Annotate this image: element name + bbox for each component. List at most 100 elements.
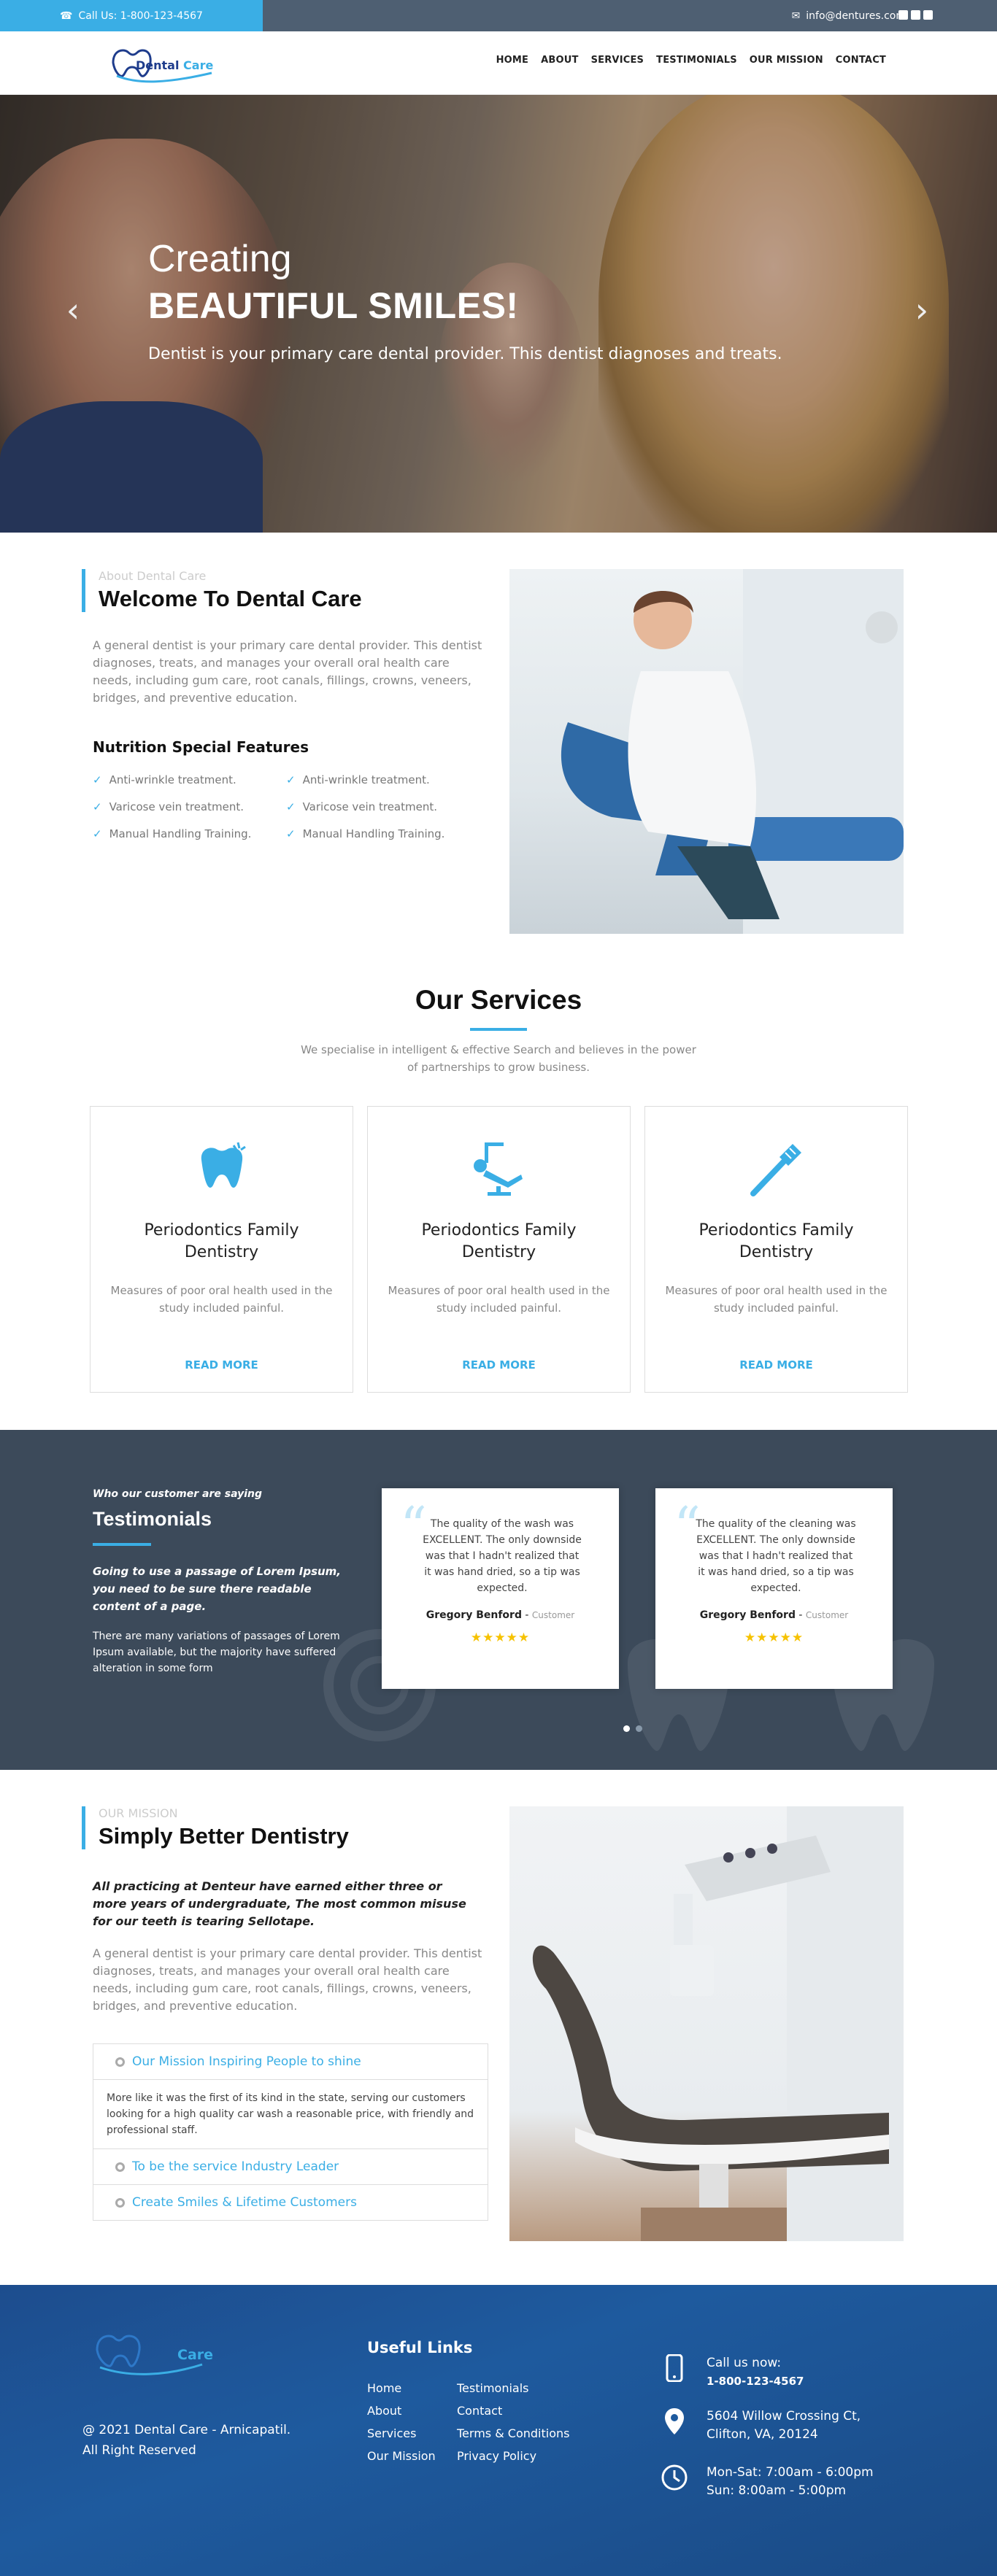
feature-item: ✓ Manual Handling Training.	[286, 827, 480, 840]
accordion-toggle-icon	[115, 2162, 125, 2172]
linkedin-icon[interactable]	[923, 10, 933, 20]
read-more-link[interactable]: READ MORE	[91, 1358, 353, 1372]
feature-label: Anti-wrinkle treatment.	[302, 773, 430, 786]
footer-link-services[interactable]: Services	[367, 2426, 457, 2440]
author-role: Customer	[805, 1610, 849, 1620]
site-header: Dental Care HOME ABOUT SERVICES TESTIMON…	[0, 31, 997, 95]
nav-testimonials[interactable]: TESTIMONIALS	[656, 55, 737, 66]
chevron-left-icon[interactable]: ‹	[62, 293, 84, 327]
feature-item: ✓ Anti-wrinkle treatment.	[286, 773, 480, 786]
hero-slider: Creating BEAUTIFUL SMILES! Dentist is yo…	[0, 95, 997, 533]
top-bar: ☎ Call Us: 1-800-123-4567 ✉ info@denture…	[0, 0, 997, 31]
nav-our-mission[interactable]: OUR MISSION	[750, 55, 823, 66]
call-us-link[interactable]: ☎ Call Us: 1-800-123-4567	[0, 0, 263, 31]
map-pin-icon	[661, 2407, 688, 2435]
accordion-title: To be the service Industry Leader	[132, 2159, 339, 2174]
footer-phone[interactable]: 1-800-123-4567	[707, 2372, 804, 2391]
footer-contact-hours: Mon-Sat: 7:00am - 6:00pm Sun: 8:00am - 5…	[661, 2464, 874, 2500]
service-card-title: Periodontics Family Dentistry	[698, 1221, 854, 1261]
about-title: Welcome To Dental Care	[99, 586, 362, 611]
services-section: Our Services We specialise in intelligen…	[0, 963, 997, 1430]
feature-label: Varicose vein treatment.	[109, 800, 245, 813]
dentist-photo	[509, 569, 904, 934]
twitter-icon[interactable]	[911, 10, 920, 20]
mobile-phone-icon	[661, 2354, 688, 2382]
useful-links-title: Useful Links	[367, 2339, 473, 2356]
facebook-icon[interactable]	[898, 10, 908, 20]
site-logo[interactable]: Dental Care	[109, 42, 215, 86]
author-role: Customer	[531, 1610, 575, 1620]
hero-heading-small: Creating	[148, 238, 292, 280]
footer-link-contact[interactable]: Contact	[457, 2404, 574, 2418]
copyright: @ 2021 Dental Care - Arnicapatil. All Ri…	[82, 2420, 290, 2461]
nav-contact[interactable]: CONTACT	[836, 55, 886, 66]
service-card-text: Measures of poor oral health used in the…	[665, 1284, 888, 1315]
title-underline	[470, 1028, 527, 1031]
service-card-title: Periodontics Family Dentistry	[421, 1221, 577, 1261]
accordion-toggle-icon	[115, 2057, 125, 2067]
nav-about[interactable]: ABOUT	[541, 55, 578, 66]
footer-contact-address: 5604 Willow Crossing Ct, Clifton, VA, 20…	[661, 2407, 861, 2444]
footer-link-privacy[interactable]: Privacy Policy	[457, 2449, 574, 2463]
service-card: Periodontics Family Dentistry Measures o…	[367, 1106, 631, 1393]
service-card-text: Measures of poor oral health used in the…	[388, 1284, 610, 1315]
footer-link-terms[interactable]: Terms & Conditions	[457, 2426, 574, 2440]
footer-link-about[interactable]: About	[367, 2404, 457, 2418]
hours-line-1: Mon-Sat: 7:00am - 6:00pm	[707, 2465, 874, 2480]
email-link[interactable]: ✉ info@dentures.com	[792, 0, 906, 31]
service-card: Periodontics Family Dentistry Measures o…	[644, 1106, 908, 1393]
feature-item: ✓ Manual Handling Training.	[93, 827, 286, 840]
testimonials-title: Testimonials	[93, 1508, 212, 1530]
services-subtitle: We specialise in intelligent & effective…	[301, 1043, 696, 1074]
check-icon: ✓	[93, 773, 102, 786]
testimonial-author: Gregory Benford - Customer	[426, 1609, 575, 1621]
features-title: Nutrition Special Features	[93, 738, 309, 756]
services-title: Our Services	[415, 985, 582, 1015]
accordion-item-smiles[interactable]: Create Smiles & Lifetime Customers	[93, 2184, 488, 2220]
social-links	[898, 10, 933, 20]
footer-link-testimonials[interactable]: Testimonials	[457, 2381, 574, 2395]
copyright-line-2: All Right Reserved	[82, 2443, 196, 2458]
hours-line-2: Sun: 8:00am - 5:00pm	[707, 2483, 847, 2498]
phone-icon: ☎	[60, 9, 73, 22]
about-section: About Dental Care Welcome To Dental Care…	[0, 533, 997, 963]
feature-item: ✓ Varicose vein treatment.	[93, 800, 286, 813]
feature-label: Anti-wrinkle treatment.	[109, 773, 236, 786]
mission-accordion: Our Mission Inspiring People to shine Mo…	[93, 2043, 488, 2221]
check-icon: ✓	[93, 800, 102, 813]
call-us-text: Call Us: 1-800-123-4567	[78, 9, 203, 22]
accordion-title: Our Mission Inspiring People to shine	[132, 2054, 361, 2069]
features-list: ✓ Anti-wrinkle treatment. ✓ Anti-wrinkle t…	[93, 773, 480, 840]
footer-logo[interactable]: Care	[93, 2325, 224, 2383]
nav-services[interactable]: SERVICES	[591, 55, 644, 66]
star-rating: ★★★★★	[744, 1631, 804, 1645]
nav-home[interactable]: HOME	[496, 55, 529, 66]
accordion-content: More like it was the first of its kind i…	[93, 2079, 488, 2148]
dental-chair-photo	[509, 1806, 904, 2241]
mission-title: Simply Better Dentistry	[99, 1823, 349, 1849]
chevron-right-icon[interactable]: ›	[911, 293, 933, 327]
read-more-link[interactable]: READ MORE	[368, 1358, 630, 1372]
service-card-text: Measures of poor oral health used in the…	[110, 1284, 333, 1315]
footer-contact-phone: Call us now: 1-800-123-4567	[661, 2354, 804, 2391]
about-tag: About Dental Care	[99, 569, 207, 583]
accordion-item-leader[interactable]: To be the service Industry Leader	[93, 2148, 488, 2184]
author-name: Gregory Benford	[699, 1609, 796, 1621]
mission-heading: OUR MISSION Simply Better Dentistry	[82, 1806, 349, 1849]
footer-link-our-mission[interactable]: Our Mission	[367, 2449, 457, 2463]
testimonial-author: Gregory Benford - Customer	[699, 1609, 849, 1621]
testimonial-card: “ The quality of the cleaning was EXCELL…	[655, 1488, 893, 1689]
carousel-dot[interactable]	[623, 1725, 630, 1732]
testimonials-body: There are many variations of passages of…	[93, 1631, 340, 1674]
feature-item: ✓ Anti-wrinkle treatment.	[93, 773, 286, 786]
accordion-item-mission[interactable]: Our Mission Inspiring People to shine	[93, 2044, 488, 2079]
feature-item: ✓ Varicose vein treatment.	[286, 800, 480, 813]
read-more-link[interactable]: READ MORE	[645, 1358, 907, 1372]
testimonial-text: The quality of the wash was EXCELLENT. T…	[423, 1518, 582, 1594]
footer-link-home[interactable]: Home	[367, 2381, 457, 2395]
clock-icon	[661, 2464, 688, 2491]
check-icon: ✓	[286, 800, 296, 813]
author-name: Gregory Benford	[426, 1609, 522, 1621]
carousel-dot[interactable]	[636, 1725, 642, 1732]
mission-tag: OUR MISSION	[99, 1806, 178, 1820]
